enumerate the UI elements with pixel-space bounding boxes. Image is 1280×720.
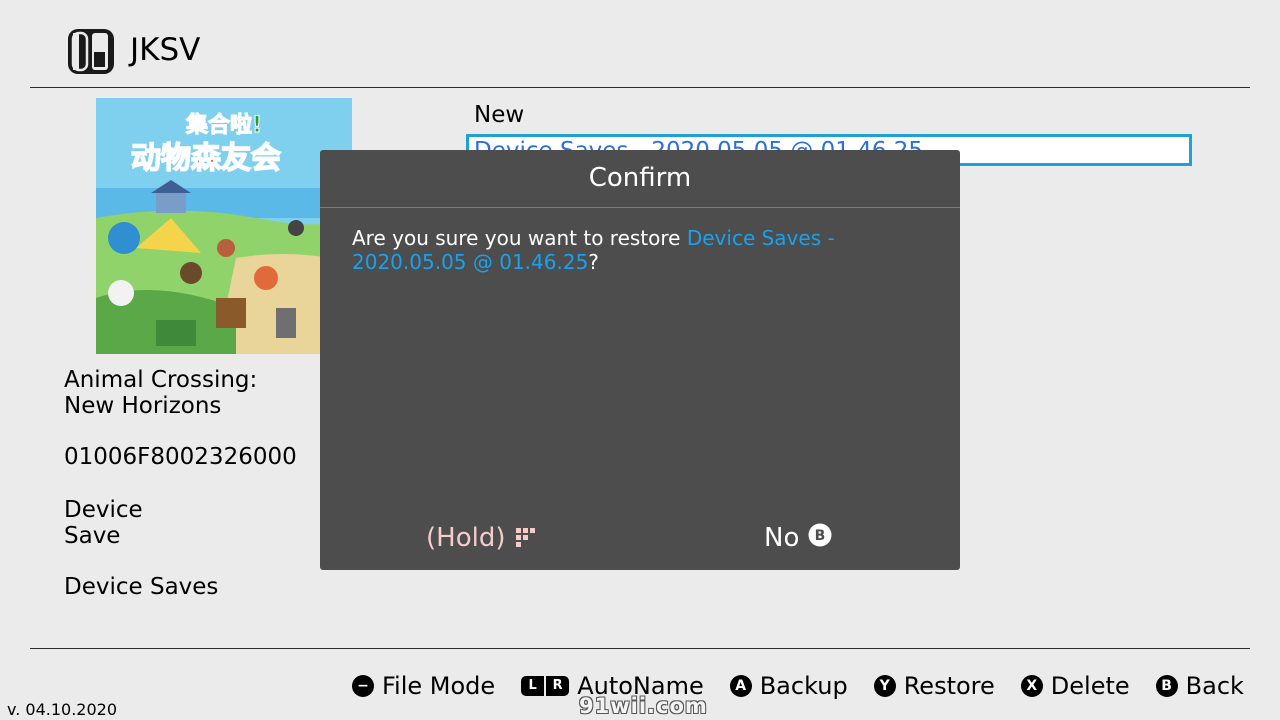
minus-button-icon: − <box>352 675 374 697</box>
hint-label: Delete <box>1050 672 1130 700</box>
r-button-glyph: R <box>546 676 570 696</box>
hint-label: Back <box>1185 672 1244 700</box>
hint-file-mode[interactable]: − File Mode <box>352 671 495 701</box>
header-divider <box>30 87 1250 88</box>
app-title: JKSV <box>130 32 201 68</box>
save-type: Device Save <box>64 497 143 549</box>
y-button-icon: Y <box>873 675 896 697</box>
button-hints-bar: − File Mode L R AutoName A Backup Y Rest… <box>352 670 1244 702</box>
a-button-hold-icon <box>514 523 536 555</box>
a-button-icon: A <box>729 675 752 697</box>
hint-backup[interactable]: A Backup <box>729 671 848 701</box>
hold-label: (Hold) <box>426 523 506 553</box>
hint-delete[interactable]: X Delete <box>1020 671 1130 701</box>
l-button-glyph: L <box>521 676 545 696</box>
game-cover-image: 集合啦! 动物森友会 <box>96 98 352 354</box>
no-label: No <box>764 523 800 553</box>
hint-back[interactable]: B Back <box>1155 671 1244 701</box>
footer-divider <box>30 648 1250 649</box>
x-button-icon: X <box>1020 675 1043 697</box>
dialog-message-suffix: ? <box>588 250 599 274</box>
hold-confirm-button[interactable]: (Hold) <box>426 522 536 555</box>
cover-logo-line1: 集合啦! <box>185 112 262 138</box>
switch-console-icon <box>67 28 115 75</box>
version-label: v. 04.10.2020 <box>7 700 118 719</box>
b-button-glyph: B <box>814 528 825 544</box>
hint-label: File Mode <box>382 672 496 700</box>
cover-logo-line2: 动物森友会 <box>131 141 281 176</box>
watermark: 91wii.com <box>579 694 708 718</box>
b-button-icon: B <box>1155 675 1178 697</box>
title-id: 01006F8002326000 <box>64 444 297 470</box>
hint-restore[interactable]: Y Restore <box>873 671 995 701</box>
dialog-message: Are you sure you want to restore Device … <box>352 226 912 274</box>
no-button[interactable]: No B <box>764 522 832 555</box>
list-item-new[interactable]: New <box>474 100 524 130</box>
lr-button-icon: L R <box>521 676 570 696</box>
game-title: Animal Crossing: New Horizons <box>64 367 258 419</box>
hint-label: Backup <box>759 672 848 700</box>
hint-label: Restore <box>903 672 995 700</box>
save-folder: Device Saves <box>64 574 219 600</box>
b-button-icon: B <box>808 523 832 555</box>
dialog-message-prefix: Are you sure you want to restore <box>352 226 687 250</box>
confirm-dialog: Confirm Are you sure you want to restore… <box>320 150 960 570</box>
dialog-divider <box>320 207 960 208</box>
dialog-title: Confirm <box>588 163 692 193</box>
